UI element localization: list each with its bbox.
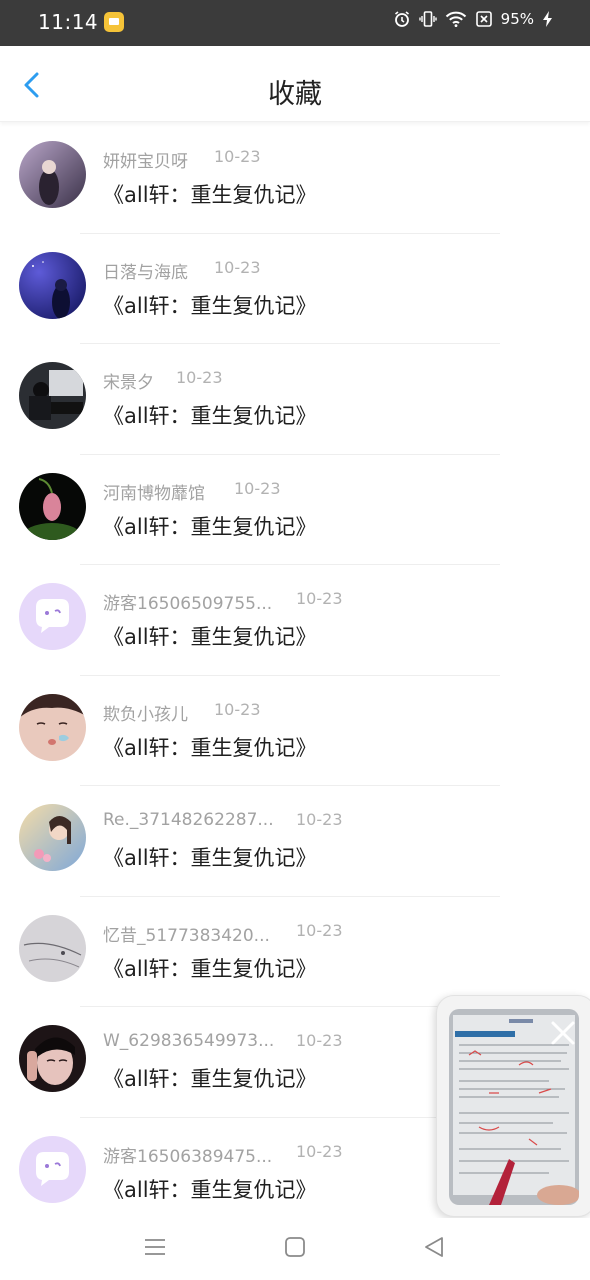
avatar[interactable] xyxy=(19,362,86,429)
floating-video-window[interactable] xyxy=(436,995,590,1217)
date: 10-23 xyxy=(296,1141,343,1161)
avatar[interactable] xyxy=(19,583,86,650)
list-item[interactable]: 宋景夕 10-23 《all轩：重生复仇记》 xyxy=(0,344,590,455)
item-meta: W_629836549973... 10-23 xyxy=(103,1031,343,1051)
item-meta: 妍妍宝贝呀 10-23 xyxy=(103,147,261,172)
avatar[interactable] xyxy=(19,693,86,761)
square-home-icon xyxy=(285,1237,305,1257)
date: 10-23 xyxy=(234,478,281,498)
close-button[interactable] xyxy=(549,1019,577,1047)
alarm-icon xyxy=(394,11,409,27)
username: W_629836549973... xyxy=(103,1031,275,1051)
username: 日落与海底 xyxy=(103,262,188,283)
item-meta: 游客16506389475... 10-23 xyxy=(103,1142,343,1167)
username: 忆昔_5177383420... xyxy=(103,925,270,946)
username: Re._37148262287... xyxy=(103,810,274,830)
avatar[interactable] xyxy=(19,914,86,982)
item-meta: 游客16506509755... 10-23 xyxy=(103,589,343,614)
default-chat-avatar-icon xyxy=(19,1135,86,1203)
avatar[interactable] xyxy=(19,804,86,871)
item-title[interactable]: 《all轩：重生复仇记》 xyxy=(103,400,317,430)
item-title[interactable]: 《all轩：重生复仇记》 xyxy=(103,1063,317,1093)
default-chat-avatar-icon xyxy=(19,583,86,650)
avatar[interactable] xyxy=(19,141,86,208)
date: 10-23 xyxy=(296,810,343,829)
username: 游客16506389475... xyxy=(103,1146,273,1167)
avatar[interactable] xyxy=(19,1135,86,1203)
close-icon xyxy=(551,1021,575,1045)
list-item[interactable]: 欺负小孩儿 10-23 《all轩：重生复仇记》 xyxy=(0,676,590,786)
system-nav-bar xyxy=(0,1218,590,1280)
username: 宋景夕 xyxy=(103,373,154,393)
item-meta: 河南博物蘼馆 10-23 xyxy=(103,479,281,504)
header: 收藏 xyxy=(0,46,590,122)
menu-icon xyxy=(145,1239,165,1255)
item-title[interactable]: 《all轩：重生复仇记》 xyxy=(103,179,317,209)
item-meta: Re._37148262287... 10-23 xyxy=(103,810,343,830)
date: 10-23 xyxy=(296,920,343,940)
date: 10-23 xyxy=(214,699,261,719)
item-title[interactable]: 《all轩：重生复仇记》 xyxy=(103,732,317,762)
list-item[interactable]: 忆昔_5177383420... 10-23 《all轩：重生复仇记》 xyxy=(0,897,590,1007)
status-icons: 95% xyxy=(393,10,554,28)
item-title[interactable]: 《all轩：重生复仇记》 xyxy=(103,621,317,651)
list-item[interactable]: 妍妍宝贝呀 10-23 《all轩：重生复仇记》 xyxy=(0,123,590,234)
item-title[interactable]: 《all轩：重生复仇记》 xyxy=(103,953,317,983)
status-time: 11:14 xyxy=(38,10,99,34)
item-title[interactable]: 《all轩：重生复仇记》 xyxy=(103,290,317,320)
nav-back-button[interactable] xyxy=(422,1234,448,1260)
item-title[interactable]: 《all轩：重生复仇记》 xyxy=(103,1174,317,1204)
username: 欺负小孩儿 xyxy=(103,704,188,725)
date: 10-23 xyxy=(214,257,261,277)
list-item[interactable]: 游客16506509755... 10-23 《all轩：重生复仇记》 xyxy=(0,565,590,676)
page-title: 收藏 xyxy=(268,79,322,110)
avatar[interactable] xyxy=(19,472,86,540)
menu-button[interactable] xyxy=(142,1234,168,1260)
username: 妍妍宝贝呀 xyxy=(103,152,188,172)
item-meta: 忆昔_5177383420... 10-23 xyxy=(103,921,343,946)
battery-percent: 95% xyxy=(500,10,534,28)
date: 10-23 xyxy=(176,368,223,387)
wifi-icon xyxy=(445,11,466,27)
list-item[interactable]: 日落与海底 10-23 《all轩：重生复仇记》 xyxy=(0,234,590,344)
status-bar: 11:14 95% xyxy=(0,0,590,46)
date: 10-23 xyxy=(214,147,261,166)
avatar[interactable] xyxy=(19,251,86,319)
item-meta: 欺负小孩儿 10-23 xyxy=(103,700,261,725)
avatar[interactable] xyxy=(19,1025,86,1092)
triangle-back-icon xyxy=(425,1237,443,1257)
charging-icon xyxy=(543,11,552,27)
notification-app-icon xyxy=(104,12,124,32)
item-meta: 宋景夕 10-23 xyxy=(103,368,223,393)
item-title[interactable]: 《all轩：重生复仇记》 xyxy=(103,511,317,541)
list-item[interactable]: Re._37148262287... 10-23 《all轩：重生复仇记》 xyxy=(0,786,590,897)
date: 10-23 xyxy=(296,1031,343,1050)
vibrate-icon xyxy=(418,11,437,27)
username: 游客16506509755... xyxy=(103,594,273,614)
item-meta: 日落与海底 10-23 xyxy=(103,258,261,283)
date: 10-23 xyxy=(296,589,343,608)
list-item[interactable]: 河南博物蘼馆 10-23 《all轩：重生复仇记》 xyxy=(0,455,590,565)
sim-off-icon xyxy=(475,11,492,27)
username: 河南博物蘼馆 xyxy=(103,483,205,504)
home-button[interactable] xyxy=(282,1234,308,1260)
item-title[interactable]: 《all轩：重生复仇记》 xyxy=(103,842,317,872)
